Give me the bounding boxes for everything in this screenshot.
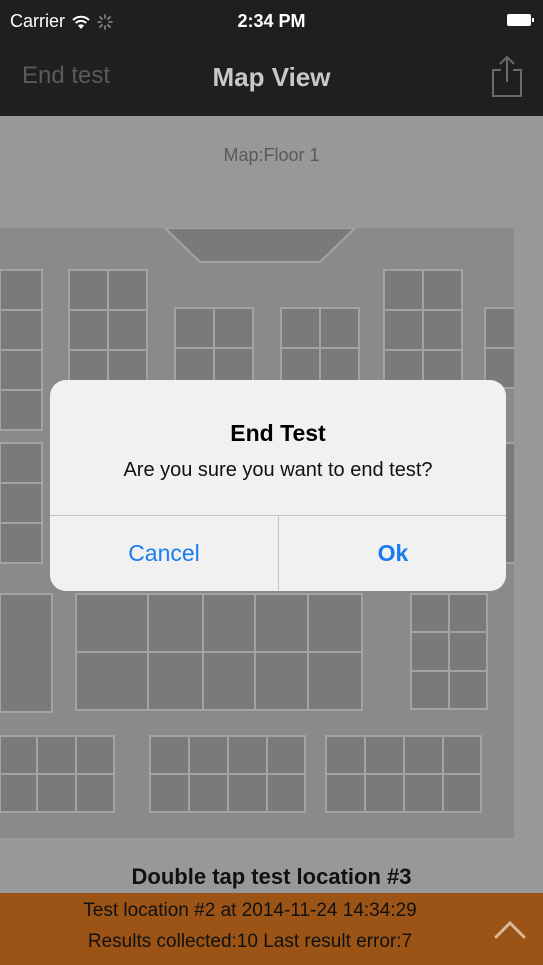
ok-button[interactable]: Ok (279, 516, 506, 591)
alert-title: End Test (230, 420, 326, 446)
cancel-button[interactable]: Cancel (50, 516, 278, 591)
alert-message: Are you sure you want to end test? (123, 459, 433, 481)
end-test-alert: End Test Are you sure you want to end te… (50, 380, 506, 591)
